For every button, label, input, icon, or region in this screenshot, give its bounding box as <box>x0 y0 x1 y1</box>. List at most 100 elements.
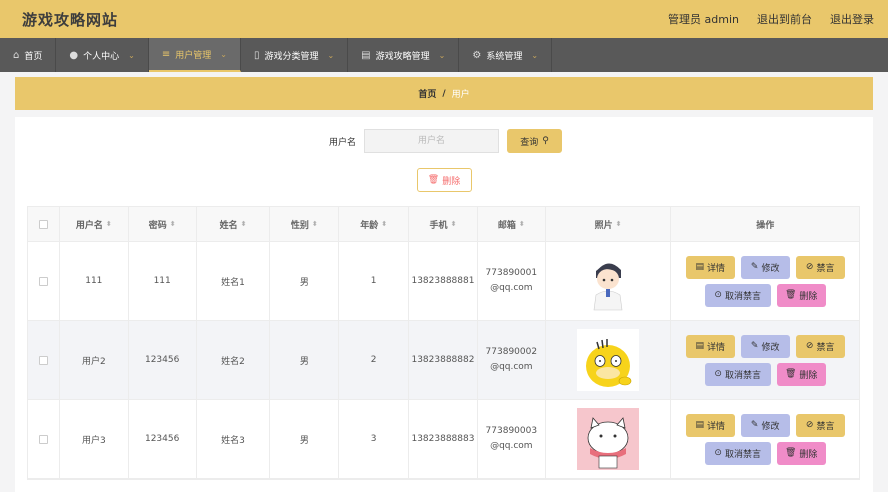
bulk-actions: 🗑 删除 <box>15 168 873 192</box>
content-panel: 用户名 用户名 查询 ⚲ 🗑 删除 用户名 ⬍ 密码 ⬍ 姓名 ⬍ 性别 ⬍ 年龄 ⬍ 手… <box>15 117 873 492</box>
nav-item-personal[interactable]: ● 个人中心 ⌄ <box>56 38 149 72</box>
delete-button[interactable]: 🗑 删除 <box>776 362 826 386</box>
nav-item-game-category[interactable]: ▯ 游戏分类管理 ⌄ <box>241 38 349 72</box>
users-table: 用户名 ⬍ 密码 ⬍ 姓名 ⬍ 性别 ⬍ 年龄 ⬍ 手机 ⬍ 邮箱 ⬍ 照片 ⬍ 操作 111 … <box>27 206 860 480</box>
header-label: 照片 <box>594 220 613 231</box>
nav-label: 系统管理 <box>486 51 523 62</box>
table-row: 用户3 123456 姓名3 男 3 13823888883 773890003… <box>28 400 859 479</box>
mute-button[interactable]: ⊘ 禁言 <box>795 334 845 358</box>
unmute-label: 取消禁言 <box>724 449 761 460</box>
logout-link[interactable]: 退出登录 <box>830 11 874 27</box>
trash-icon: 🗑 <box>784 448 797 458</box>
row-checkbox[interactable] <box>38 434 48 444</box>
edit-label: 修改 <box>761 342 780 353</box>
detail-button[interactable]: ▤ 详情 <box>685 255 735 279</box>
mute-button[interactable]: ⊘ 禁言 <box>795 413 845 437</box>
cell-age: 3 <box>339 400 410 478</box>
actions-line: ⊙ 取消禁言 🗑 删除 <box>704 283 826 307</box>
header-photo[interactable]: 照片 ⬍ <box>546 207 672 241</box>
pencil-icon: ✎ <box>750 262 759 272</box>
edit-button[interactable]: ✎ 修改 <box>740 255 790 279</box>
breadcrumb: 首页 / 用户 <box>15 77 873 110</box>
unmute-icon: ⊙ <box>714 290 722 300</box>
header-label: 性别 <box>290 220 309 231</box>
cell-actions: ▤ 详情 ✎ 修改 ⊘ 禁言 ⊙ 取消禁言 🗑 删除 <box>671 321 859 399</box>
unmute-icon: ⊙ <box>714 369 722 379</box>
header-label: 邮箱 <box>497 220 516 231</box>
select-all-checkbox[interactable] <box>38 219 48 229</box>
detail-button[interactable]: ▤ 详情 <box>685 413 735 437</box>
nav-label: 游戏攻略管理 <box>375 51 430 62</box>
main-nav: ⌂ 首页 ● 个人中心 ⌄ ≡ 用户管理 ⌄ ▯ 游戏分类管理 ⌄ ▤ 游戏攻略… <box>0 38 888 72</box>
gear-icon: ⚙ <box>472 49 482 61</box>
header-phone[interactable]: 手机 ⬍ <box>409 207 478 241</box>
sort-icon: ⬍ <box>105 220 112 228</box>
cell-gender: 男 <box>270 242 340 320</box>
detail-label: 详情 <box>706 263 725 274</box>
delete-button[interactable]: 🗑 删除 <box>776 283 826 307</box>
unmute-label: 取消禁言 <box>724 370 761 381</box>
breadcrumb-home[interactable]: 首页 <box>418 87 436 100</box>
search-icon: ⚲ <box>542 136 549 146</box>
nav-label: 个人中心 <box>83 51 120 62</box>
mute-button[interactable]: ⊘ 禁言 <box>795 255 845 279</box>
sort-icon: ⬍ <box>311 220 318 228</box>
nav-item-home[interactable]: ⌂ 首页 <box>0 38 57 72</box>
user-avatar-image <box>577 408 640 470</box>
briefcase-icon: ▤ <box>361 49 371 61</box>
cell-name: 姓名1 <box>197 242 271 320</box>
username-search-input[interactable]: 用户名 <box>364 129 499 153</box>
header-label: 操作 <box>756 220 775 231</box>
search-button[interactable]: 查询 ⚲ <box>507 129 562 153</box>
document-icon: ▤ <box>695 420 704 430</box>
bulk-delete-button[interactable]: 🗑 删除 <box>416 168 472 192</box>
home-icon: ⌂ <box>13 49 20 61</box>
unmute-label: 取消禁言 <box>724 291 761 302</box>
cell-phone: 13823888883 <box>409 400 478 478</box>
mute-icon: ⊘ <box>805 262 814 272</box>
header-label: 密码 <box>148 220 167 231</box>
cell-gender: 男 <box>270 400 340 478</box>
actions-line: ⊙ 取消禁言 🗑 删除 <box>704 441 826 465</box>
user-avatar-image <box>577 250 640 312</box>
cell-password: 123456 <box>129 400 197 478</box>
mute-icon: ⊘ <box>805 420 814 430</box>
breadcrumb-current: 用户 <box>451 90 470 100</box>
mute-label: 禁言 <box>816 421 835 432</box>
edit-button[interactable]: ✎ 修改 <box>740 413 790 437</box>
delete-button[interactable]: 🗑 删除 <box>776 441 826 465</box>
exit-to-front-link[interactable]: 退出到前台 <box>757 11 812 27</box>
cell-age: 1 <box>339 242 410 320</box>
table-header: 用户名 ⬍ 密码 ⬍ 姓名 ⬍ 性别 ⬍ 年龄 ⬍ 手机 ⬍ 邮箱 ⬍ 照片 ⬍ 操作 <box>28 207 859 242</box>
nav-item-game-guide[interactable]: ▤ 游戏攻略管理 ⌄ <box>348 38 460 72</box>
header-email[interactable]: 邮箱 ⬍ <box>478 207 546 241</box>
detail-button[interactable]: ▤ 详情 <box>685 334 735 358</box>
document-icon: ▤ <box>695 262 704 272</box>
cell-password: 111 <box>129 242 197 320</box>
row-checkbox[interactable] <box>38 355 48 365</box>
edit-button[interactable]: ✎ 修改 <box>740 334 790 358</box>
nav-item-system[interactable]: ⚙ 系统管理 ⌄ <box>459 38 553 72</box>
header-gender[interactable]: 性别 ⬍ <box>270 207 340 241</box>
header-username[interactable]: 用户名 ⬍ <box>60 207 129 241</box>
header-name[interactable]: 姓名 ⬍ <box>197 207 271 241</box>
nav-item-users[interactable]: ≡ 用户管理 ⌄ <box>148 38 241 72</box>
pencil-icon: ✎ <box>750 420 759 430</box>
header-actions: 操作 <box>671 207 859 241</box>
chevron-down-icon: ⌄ <box>327 50 335 60</box>
header-actions: 管理员 admin 退出到前台 退出登录 <box>668 11 874 27</box>
header-label: 手机 <box>429 220 448 231</box>
unmute-button[interactable]: ⊙ 取消禁言 <box>704 283 771 307</box>
header-label: 年龄 <box>360 220 379 231</box>
unmute-button[interactable]: ⊙ 取消禁言 <box>704 441 771 465</box>
row-checkbox[interactable] <box>38 276 48 286</box>
sort-icon: ⬍ <box>381 220 388 228</box>
unmute-button[interactable]: ⊙ 取消禁言 <box>704 362 771 386</box>
header-age[interactable]: 年龄 ⬍ <box>339 207 410 241</box>
row-actions: ▤ 详情 ✎ 修改 ⊘ 禁言 ⊙ 取消禁言 🗑 删除 <box>685 255 845 307</box>
cell-gender: 男 <box>270 321 340 399</box>
row-select-cell <box>28 242 60 320</box>
header-label: 姓名 <box>219 220 238 231</box>
nav-label: 用户管理 <box>175 50 212 61</box>
header-password[interactable]: 密码 ⬍ <box>129 207 197 241</box>
